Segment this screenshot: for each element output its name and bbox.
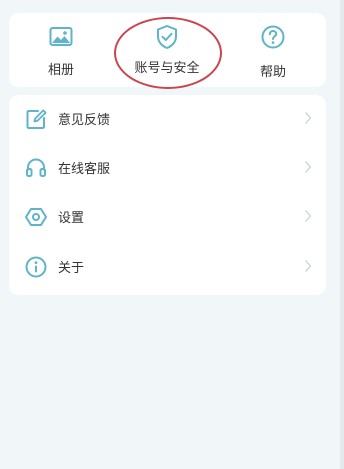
chevron-right-icon xyxy=(304,111,312,125)
chevron-right-icon xyxy=(304,259,312,273)
menu-card: 意见反馈 在线客服 设置 关于 xyxy=(9,95,326,295)
menu-item-feedback[interactable]: 意见反馈 xyxy=(9,95,326,143)
shortcut-card: 相册 账号与安全 帮助 xyxy=(9,13,326,87)
menu-item-settings[interactable]: 设置 xyxy=(9,193,326,241)
headset-icon xyxy=(24,156,48,180)
menu-item-about[interactable]: 关于 xyxy=(9,243,326,291)
help-label: 帮助 xyxy=(259,65,286,80)
account-security-shortcut[interactable]: 账号与安全 xyxy=(127,13,207,87)
menu-item-label: 在线客服 xyxy=(58,162,111,177)
screen-edge xyxy=(340,0,344,469)
edit-icon xyxy=(24,107,48,131)
question-circle-icon xyxy=(260,24,286,50)
settings-icon xyxy=(24,205,48,229)
help-shortcut[interactable]: 帮助 xyxy=(233,13,313,87)
chevron-right-icon xyxy=(304,160,312,174)
menu-item-online-service[interactable]: 在线客服 xyxy=(9,144,326,192)
menu-item-label: 设置 xyxy=(58,211,85,226)
shield-check-icon xyxy=(154,24,180,50)
chevron-right-icon xyxy=(304,209,312,223)
image-icon xyxy=(48,24,74,50)
info-icon xyxy=(24,255,48,279)
album-shortcut[interactable]: 相册 xyxy=(21,13,101,87)
album-label: 相册 xyxy=(47,63,74,78)
menu-item-label: 意见反馈 xyxy=(58,113,111,128)
account-security-label: 账号与安全 xyxy=(134,61,200,76)
menu-item-label: 关于 xyxy=(58,261,85,276)
